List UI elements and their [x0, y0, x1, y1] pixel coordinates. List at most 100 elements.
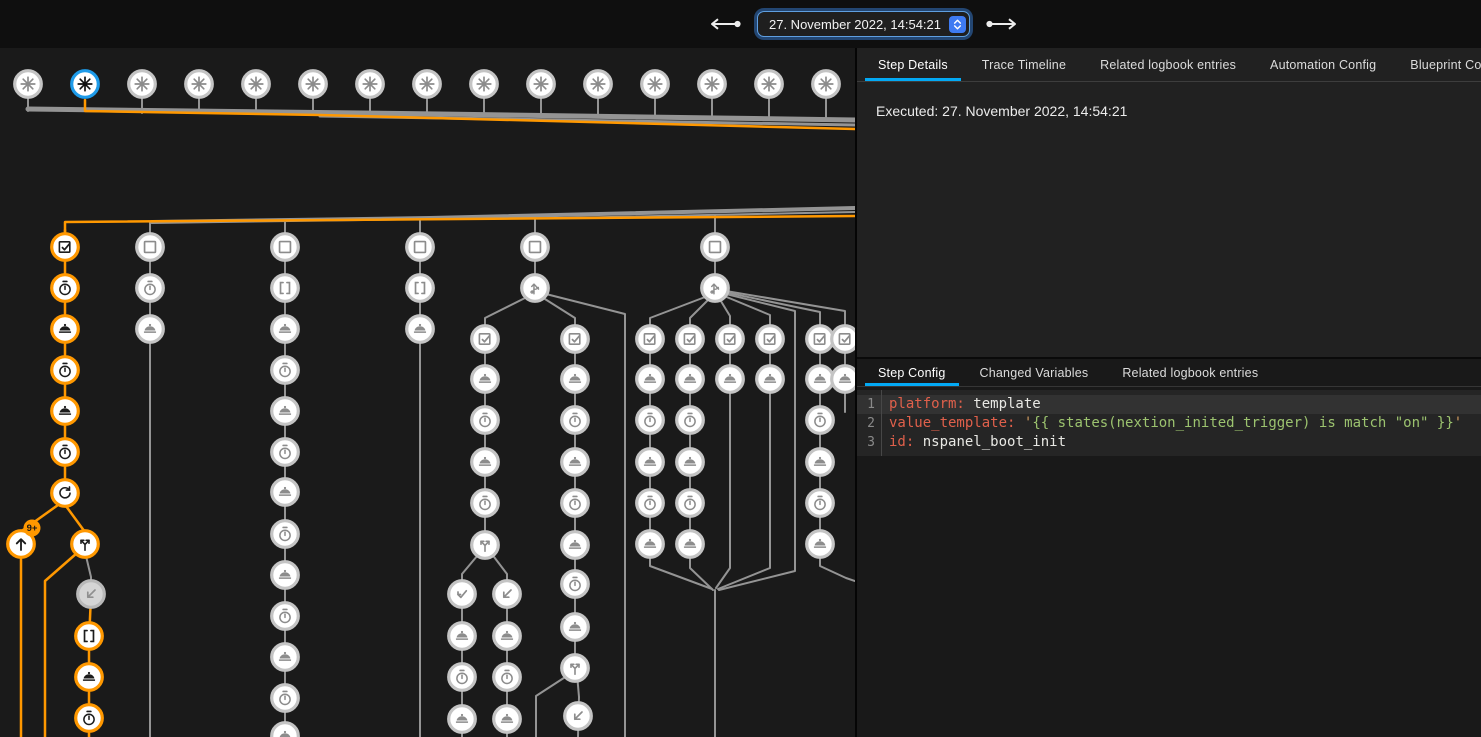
yaml-editor[interactable]: 1platform: template2value_template: '{{ … — [857, 390, 1481, 456]
node-timer[interactable] — [137, 275, 164, 302]
node-checkbox-marked[interactable] — [807, 326, 834, 353]
node-code-brackets[interactable] — [76, 623, 103, 650]
node-asterisk[interactable] — [699, 71, 726, 98]
node-asterisk[interactable] — [300, 71, 327, 98]
node-timer[interactable] — [807, 407, 834, 434]
node-arrow-bottom-left[interactable] — [565, 703, 592, 730]
node-asterisk[interactable] — [471, 71, 498, 98]
node-timer[interactable] — [52, 439, 79, 466]
node-timer[interactable] — [637, 490, 664, 517]
node-room-service[interactable] — [272, 398, 299, 425]
node-timer[interactable] — [677, 407, 704, 434]
tab-related-logbook-entries[interactable]: Related logbook entries — [1083, 48, 1253, 81]
tab-step-config[interactable]: Step Config — [861, 359, 963, 386]
node-call-split[interactable] — [562, 655, 589, 682]
node-room-service[interactable] — [272, 479, 299, 506]
node-asterisk[interactable] — [528, 71, 555, 98]
node-checkbox-marked[interactable] — [677, 326, 704, 353]
node-timer[interactable] — [52, 357, 79, 384]
node-asterisk[interactable] — [186, 71, 213, 98]
tab-changed-variables[interactable]: Changed Variables — [963, 359, 1106, 386]
node-room-service[interactable] — [807, 366, 834, 393]
node-timer[interactable] — [637, 407, 664, 434]
code-line[interactable]: 3id: nspanel_boot_init — [857, 433, 1481, 452]
node-timer[interactable] — [272, 439, 299, 466]
node-refresh[interactable] — [52, 480, 79, 507]
next-run-button[interactable] — [983, 14, 1021, 34]
node-room-service[interactable] — [832, 366, 855, 393]
node-checkbox-blank[interactable] — [137, 234, 164, 261]
node-timer[interactable] — [272, 357, 299, 384]
node-room-service[interactable] — [449, 706, 476, 733]
node-checkbox-marked[interactable] — [717, 326, 744, 353]
node-room-service[interactable] — [807, 531, 834, 558]
node-room-service[interactable] — [562, 614, 589, 641]
node-room-service[interactable] — [757, 366, 784, 393]
node-call-split[interactable] — [72, 531, 99, 558]
node-timer[interactable] — [472, 407, 499, 434]
node-code-brackets[interactable] — [407, 275, 434, 302]
node-room-service[interactable] — [449, 623, 476, 650]
node-arrow-bottom-left[interactable] — [78, 581, 105, 608]
node-room-service[interactable] — [494, 623, 521, 650]
node-asterisk[interactable] — [813, 71, 840, 98]
node-asterisk[interactable] — [756, 71, 783, 98]
node-arrow-up[interactable]: 9+ — [8, 520, 41, 558]
node-room-service[interactable] — [52, 398, 79, 425]
tab-blueprint-config[interactable]: Blueprint Config — [1393, 48, 1481, 81]
node-room-service[interactable] — [272, 723, 299, 737]
node-checkbox-marked[interactable] — [472, 326, 499, 353]
node-asterisk[interactable] — [129, 71, 156, 98]
node-room-service[interactable] — [562, 532, 589, 559]
tab-related-logbook-entries[interactable]: Related logbook entries — [1105, 359, 1275, 386]
node-asterisk[interactable] — [15, 71, 42, 98]
node-room-service[interactable] — [677, 366, 704, 393]
node-room-service[interactable] — [807, 449, 834, 476]
node-room-service[interactable] — [76, 664, 103, 691]
node-checkbox-marked[interactable] — [637, 326, 664, 353]
code-line[interactable]: 2value_template: '{{ states(nextion_init… — [857, 414, 1481, 433]
node-room-service[interactable] — [472, 449, 499, 476]
run-select[interactable]: 27. November 2022, 14:54:21 — [757, 11, 970, 37]
node-timer[interactable] — [562, 407, 589, 434]
tab-step-details[interactable]: Step Details — [861, 48, 965, 81]
node-timer[interactable] — [562, 490, 589, 517]
node-timer[interactable] — [272, 603, 299, 630]
node-timer[interactable] — [494, 664, 521, 691]
node-call-split[interactable] — [472, 532, 499, 559]
node-arrow-check[interactable] — [449, 581, 476, 608]
node-timer[interactable] — [52, 275, 79, 302]
tab-trace-timeline[interactable]: Trace Timeline — [965, 48, 1083, 81]
node-code-brackets[interactable] — [272, 275, 299, 302]
node-room-service[interactable] — [137, 316, 164, 343]
node-arrow-decision[interactable] — [522, 275, 549, 302]
node-room-service[interactable] — [562, 449, 589, 476]
node-room-service[interactable] — [677, 449, 704, 476]
node-checkbox-marked[interactable] — [562, 326, 589, 353]
node-asterisk[interactable] — [414, 71, 441, 98]
node-room-service[interactable] — [272, 644, 299, 671]
node-timer[interactable] — [272, 685, 299, 712]
node-timer[interactable] — [562, 571, 589, 598]
node-checkbox-marked[interactable] — [52, 234, 79, 261]
node-room-service[interactable] — [562, 366, 589, 393]
node-checkbox-blank[interactable] — [272, 234, 299, 261]
node-timer[interactable] — [76, 705, 103, 732]
node-asterisk[interactable] — [357, 71, 384, 98]
node-room-service[interactable] — [637, 531, 664, 558]
node-timer[interactable] — [677, 490, 704, 517]
node-room-service[interactable] — [637, 366, 664, 393]
node-room-service[interactable] — [677, 531, 704, 558]
node-room-service[interactable] — [272, 562, 299, 589]
node-checkbox-blank[interactable] — [522, 234, 549, 261]
node-asterisk[interactable] — [585, 71, 612, 98]
node-room-service[interactable] — [52, 316, 79, 343]
node-room-service[interactable] — [407, 316, 434, 343]
node-room-service[interactable] — [272, 316, 299, 343]
node-checkbox-marked[interactable] — [757, 326, 784, 353]
node-asterisk[interactable] — [72, 71, 99, 98]
tab-automation-config[interactable]: Automation Config — [1253, 48, 1393, 81]
node-timer[interactable] — [449, 664, 476, 691]
node-room-service[interactable] — [717, 366, 744, 393]
node-checkbox-marked[interactable] — [832, 326, 855, 353]
